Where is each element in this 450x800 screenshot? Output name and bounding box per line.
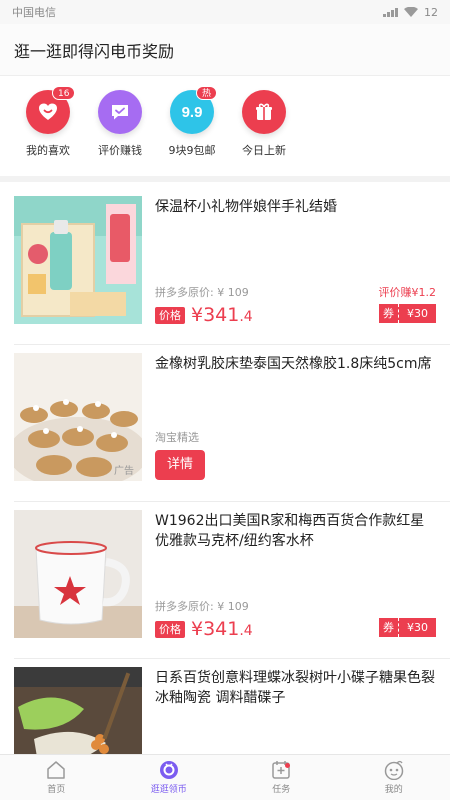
wifi-icon (404, 7, 418, 17)
quick-nav-9-9[interactable]: 9.9 热 9块9包邮 (156, 86, 228, 176)
tab-label: 首页 (47, 785, 66, 795)
product-title[interactable]: W1962出口美国R家和梅西百货合作款红星优雅款马克杯/纽约客水杯 (155, 510, 436, 551)
price-row: 价格 ¥341.4 (155, 304, 253, 326)
price-decimal: .4 (239, 623, 253, 639)
product-image (14, 667, 142, 754)
product-image: 广告 (14, 353, 142, 481)
product-image (14, 510, 142, 638)
section-divider (0, 176, 450, 182)
item-info: W1962出口美国R家和梅西百货合作款红星优雅款马克杯/纽约客水杯 拼多多原价:… (155, 510, 436, 640)
home-icon (47, 761, 65, 779)
tab-label: 任务 (272, 785, 291, 795)
product-title[interactable]: 金橡树乳胶床垫泰国天然橡胶1.8床纯5cm席 (155, 353, 436, 374)
clock-label: 12 (424, 5, 438, 19)
signal-icon (383, 7, 398, 17)
browse-icon (159, 761, 178, 779)
quick-nav-favorites[interactable]: 16 我的喜欢 (12, 86, 84, 176)
coupon-label: 券 (379, 304, 399, 323)
coupon-button[interactable]: 券 ¥30 (379, 304, 436, 323)
page-title: 逛一逛即得闪电币奖励 (14, 41, 175, 61)
coupon-button[interactable]: 券 ¥30 (379, 618, 436, 637)
list-item[interactable]: 保温杯小礼物伴娘伴手礼结婚 拼多多原价: ¥ 109 评价赚¥1.2 价格 ¥3… (0, 188, 450, 345)
review-reward: 评价赚¥1.2 (378, 286, 437, 299)
tab-label: 我的 (384, 785, 403, 795)
original-price: 拼多多原价: ¥ 109 (155, 600, 249, 613)
coupon-value: ¥30 (399, 304, 436, 323)
price-value: ¥341.4 (191, 618, 253, 640)
list-item[interactable]: 广告 金橡树乳胶床垫泰国天然橡胶1.8床纯5cm席 淘宝精选 详情 (0, 345, 450, 502)
notification-dot (285, 763, 290, 768)
coupon-label: 券 (379, 618, 399, 637)
profile-icon (384, 760, 403, 780)
carrier-label: 中国电信 (12, 6, 56, 19)
list-item[interactable]: W1962出口美国R家和梅西百货合作款红星优雅款马克杯/纽约客水杯 拼多多原价:… (0, 502, 450, 659)
tab-label: 逛逛领币 (150, 785, 187, 795)
item-info: 保温杯小礼物伴娘伴手礼结婚 拼多多原价: ¥ 109 评价赚¥1.2 价格 ¥3… (155, 196, 437, 326)
product-title[interactable]: 日系百货创意料理蝶冰裂树叶小碟子糖果色裂冰釉陶瓷 调料醋碟子 (155, 667, 436, 708)
ad-label: 广告 (114, 466, 134, 477)
product-list[interactable]: 保温杯小礼物伴娘伴手礼结婚 拼多多原价: ¥ 109 评价赚¥1.2 价格 ¥3… (0, 188, 450, 754)
item-info: 日系百货创意料理蝶冰裂树叶小碟子糖果色裂冰釉陶瓷 调料醋碟子 (155, 667, 436, 754)
quick-nav-new-today[interactable]: 今日上新 (228, 90, 300, 176)
quick-nav-review-earn[interactable]: 评价赚钱 (84, 90, 156, 176)
price-integer: ¥341 (191, 304, 240, 326)
price-decimal: .4 (239, 309, 253, 325)
page-header: 逛一逛即得闪电币奖励 (0, 24, 450, 76)
quick-nav-label: 评价赚钱 (98, 144, 142, 157)
source-label: 淘宝精选 (155, 431, 199, 444)
hot-badge: 热 (196, 86, 218, 100)
price-value: ¥341.4 (191, 304, 253, 326)
price-integer: ¥341 (191, 618, 240, 640)
list-item[interactable]: 日系百货创意料理蝶冰裂树叶小碟子糖果色裂冰釉陶瓷 调料醋碟子 (0, 659, 450, 754)
chat-check-icon (98, 90, 142, 134)
coupon-value: ¥30 (399, 618, 436, 637)
tab-profile[interactable]: 我的 (338, 755, 450, 800)
quick-nav-label: 9块9包邮 (168, 144, 216, 157)
product-title[interactable]: 保温杯小礼物伴娘伴手礼结婚 (155, 196, 436, 217)
price-row: 价格 ¥341.4 (155, 618, 253, 640)
badge-count: 16 (52, 86, 76, 100)
status-right: 12 (383, 6, 438, 19)
tab-tasks[interactable]: 任务 (225, 755, 338, 800)
price-tag: 价格 (155, 306, 185, 324)
gift-icon (242, 90, 286, 134)
item-info: 金橡树乳胶床垫泰国天然橡胶1.8床纯5cm席 淘宝精选 详情 (155, 353, 436, 481)
bottom-tab-bar: 首页 逛逛领币 任务 我的 (0, 754, 450, 800)
original-price: 拼多多原价: ¥ 109 (155, 286, 249, 299)
quick-nav-label: 今日上新 (242, 144, 286, 157)
status-bar: 中国电信 12 (0, 0, 450, 24)
tab-browse[interactable]: 逛逛领币 (113, 755, 226, 800)
product-image (14, 196, 142, 324)
price-tag: 价格 (155, 620, 185, 638)
tab-home[interactable]: 首页 (0, 755, 113, 800)
quick-nav-label: 我的喜欢 (26, 144, 70, 157)
quick-nav: 16 我的喜欢 评价赚钱 9.9 热 9块9包邮 今日上新 (0, 76, 450, 176)
details-button[interactable]: 详情 (155, 450, 205, 480)
